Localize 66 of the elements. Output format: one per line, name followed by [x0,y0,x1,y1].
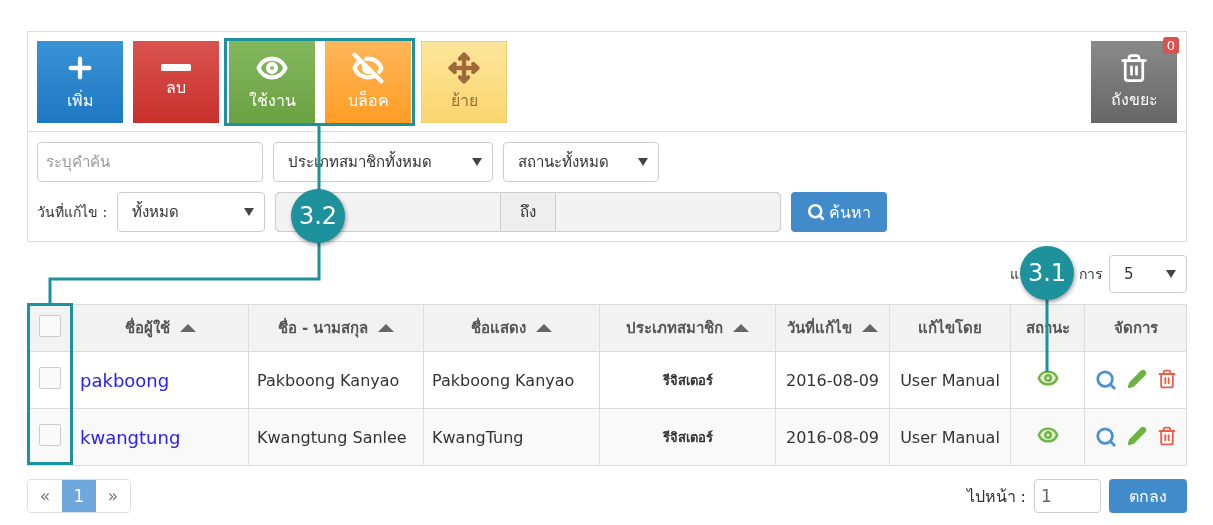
table-cell: Kwangtung Sanlee [248,408,424,466]
sort-icon [179,324,196,332]
eye-icon[interactable] [1036,424,1059,446]
row-checkbox[interactable] [38,424,61,446]
column-label: จัดการ [1113,318,1158,339]
column-label: แก้ไขโดย [918,317,982,339]
column-label: ชื่อ - นามสกุล [277,316,369,340]
column-label: ชื่อผู้ใช้ [124,316,170,340]
table-cell: User Manual [889,351,1011,409]
go-to-page-label: ไปหน้า : [966,485,1026,508]
table-cell: 2016-08-09 [775,351,890,409]
column-label: วันที่แก้ไข [787,316,852,339]
column-header[interactable]: ชื่อแสดง [423,304,600,352]
caret-icon [1166,270,1176,278]
caret-icon [472,158,482,166]
caret-icon [244,208,255,216]
column-header[interactable]: วันที่แก้ไข [775,304,890,352]
trash-icon [1119,52,1149,83]
username-link[interactable]: pakboong [80,369,170,391]
page-number-field[interactable]: 1 [1034,479,1101,513]
sort-icon [862,324,878,332]
sort-icon [536,324,552,332]
per-page-label: แ [1010,265,1019,284]
search-icon[interactable] [1094,369,1117,391]
go-button[interactable]: ตกลง [1109,479,1187,513]
date-label: วันที่แก้ไข : [37,202,108,222]
date-to-field[interactable] [555,192,782,232]
caret-icon [638,158,648,166]
row-checkbox[interactable] [38,367,61,389]
toolbar-button[interactable]: เพิ่ม [37,41,123,123]
date-range-select[interactable]: ทั้งหมด [117,192,266,232]
per-page-label: การ [1079,265,1103,284]
pencil-icon[interactable] [1126,369,1147,389]
trash-icon[interactable] [1156,369,1177,389]
search-icon [807,203,826,221]
table-cell: Pakboong Kanyao [423,351,600,409]
sort-icon [378,324,395,332]
toolbar-button[interactable]: ลบ [133,41,219,123]
callout-tooltip: 3.1 [1020,246,1074,300]
table-cell: KwangTung [423,408,600,466]
per-page-select[interactable]: 5 [1109,255,1187,293]
eye-slash-icon [352,51,384,84]
pencil-icon[interactable] [1126,426,1147,446]
callout-tooltip: 3.2 [291,189,345,243]
search-field[interactable]: ระบุคำค้น [37,142,263,182]
to-label: ถึง [501,192,556,232]
column-label: ประเภทสมาชิก [626,318,723,339]
minus-icon [161,64,191,71]
search-icon[interactable] [1094,426,1117,448]
sort-icon [733,324,749,332]
table-cell: Pakboong Kanyao [248,351,424,409]
column-header[interactable]: ชื่อ - นามสกุล [248,304,424,352]
search-button[interactable]: ค้นหา [791,192,888,232]
count-badge: 0 [1162,37,1179,54]
toolbar-button[interactable]: ย้าย [421,41,507,123]
column-label: ชื่อแสดง [471,316,526,339]
move-arrows-icon [448,51,480,84]
column-header[interactable]: ประเภทสมาชิก [599,304,776,352]
table-cell: รีจิสเตอร์ [599,351,776,409]
column-header[interactable]: ชื่อผู้ใช้ [71,304,249,352]
table-cell: รีจิสเตอร์ [599,408,776,466]
table-cell: 2016-08-09 [775,408,890,466]
status-select[interactable]: สถานะทั้งหมด [503,142,659,182]
select-all-checkbox[interactable] [38,315,61,337]
table-cell: User Manual [889,408,1011,466]
trash-icon[interactable] [1156,426,1177,446]
